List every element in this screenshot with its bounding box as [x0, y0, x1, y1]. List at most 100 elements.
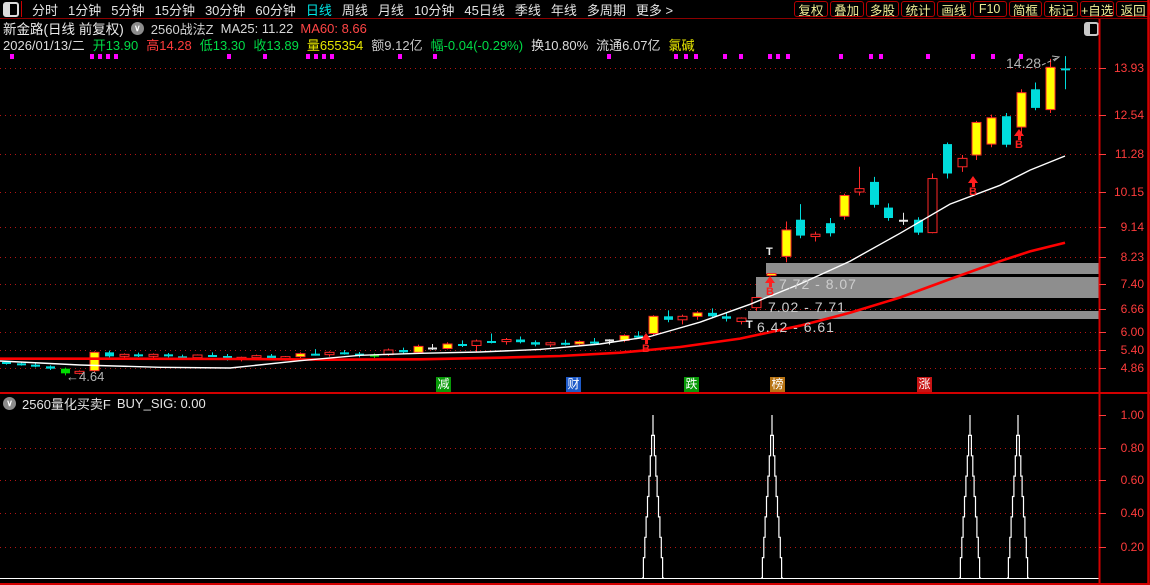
signal-dot — [1019, 54, 1023, 59]
watermark-tag: 涨 — [917, 377, 932, 392]
buy-sig-value: BUY_SIG: 0.00 — [117, 396, 206, 411]
signal-dot — [739, 54, 743, 59]
buy-marker-label: B — [639, 344, 653, 355]
signal-dot — [723, 54, 727, 59]
candle-down — [399, 350, 408, 352]
price-axis-label: 9.14 — [1100, 220, 1144, 234]
signal-axis-label: 0.40 — [1100, 506, 1144, 520]
signal-dot — [263, 54, 267, 59]
signal-dot — [306, 54, 310, 59]
signal-dot — [839, 54, 843, 59]
buy-arrow-icon — [641, 333, 651, 340]
price-axis-label: 11.28 — [1100, 147, 1144, 161]
signal-dot — [227, 54, 231, 59]
candle-up — [193, 355, 202, 358]
price-axis-label: 12.54 — [1100, 108, 1144, 122]
candle-down — [722, 316, 731, 318]
candle-down — [914, 220, 923, 233]
candle-up-strong — [575, 342, 584, 344]
signal-dot — [786, 54, 790, 59]
gap-band-label: 7.02 - 7.71 — [768, 299, 846, 315]
ma60-line — [0, 243, 1065, 360]
signal-dot — [90, 54, 94, 59]
candle-down — [870, 182, 879, 205]
buy-signal-marker: B — [639, 333, 653, 355]
candle-up — [928, 179, 937, 233]
price-axis-label: 10.15 — [1100, 185, 1144, 199]
candle-up-strong — [1017, 93, 1026, 127]
candle-up — [472, 341, 481, 346]
gap-band-label: 7.72 - 8.07 — [779, 276, 857, 292]
buy-signal-marker: B — [966, 176, 980, 198]
signal-axis-label: 1.00 — [1100, 408, 1144, 422]
candle-down — [1002, 116, 1011, 144]
signal-dot — [768, 54, 772, 59]
candle-down — [943, 144, 952, 173]
buy-marker-label: B — [763, 287, 777, 298]
candle-down — [458, 344, 467, 346]
buy-sig-spike — [642, 415, 664, 578]
buy-marker-label: B — [1012, 140, 1026, 151]
candle-up-strong — [987, 118, 996, 144]
signal-dot — [314, 54, 318, 59]
candle-up — [737, 318, 746, 321]
buy-signal-marker: B — [763, 276, 777, 298]
t-signal-marker: T — [766, 246, 773, 258]
low-price-annotation: ←4.64 — [66, 369, 104, 384]
signal-dot — [106, 54, 110, 59]
gap-band — [766, 263, 1099, 274]
signal-dot — [398, 54, 402, 59]
candle-down — [664, 316, 673, 319]
candle-up-strong — [693, 313, 702, 316]
buy-arrow-icon — [765, 276, 775, 283]
candle-down — [826, 223, 835, 233]
candle-up — [149, 354, 158, 356]
candle-up — [325, 352, 334, 354]
t-signal-marker: T — [746, 319, 753, 331]
candle-up-strong — [1046, 67, 1055, 109]
candle-down — [884, 208, 893, 218]
signal-dot — [10, 54, 14, 59]
candle-down — [31, 365, 40, 367]
candle-up-strong — [296, 354, 305, 357]
signal-dot — [607, 54, 611, 59]
candle-down — [105, 352, 114, 356]
price-axis-label: 5.40 — [1100, 343, 1144, 357]
candle-down — [208, 355, 217, 357]
candle-up — [252, 356, 261, 358]
candle-up — [678, 316, 687, 319]
candle-up — [958, 158, 967, 166]
signal-axis-label: 0.60 — [1100, 473, 1144, 487]
candle-up-strong — [90, 352, 99, 370]
candle-down — [561, 343, 570, 345]
main-chart-canvas[interactable] — [0, 0, 1150, 585]
candle-down — [1031, 89, 1040, 108]
chevron-down-icon[interactable]: ∨ — [3, 397, 16, 410]
signal-dot — [694, 54, 698, 59]
high-price-annotation: 14.28 — [1006, 55, 1041, 71]
candle-up-strong — [649, 316, 658, 333]
buy-sig-spike — [959, 415, 981, 578]
signal-dot — [674, 54, 678, 59]
candle-up — [546, 343, 555, 345]
signal-axis-label: 0.80 — [1100, 441, 1144, 455]
signal-dot — [433, 54, 437, 59]
candle-up — [855, 189, 864, 192]
buy-sig-spike — [761, 415, 783, 578]
watermark-tag: 榜 — [770, 377, 785, 392]
candle-up — [811, 234, 820, 236]
sub-panel-header: ∨ 2560量化买卖F BUY_SIG: 0.00 — [3, 396, 206, 411]
candle-up-strong — [443, 344, 452, 349]
signal-dot — [971, 54, 975, 59]
buy-arrow-icon — [968, 176, 978, 183]
signal-dot — [926, 54, 930, 59]
signal-dot — [776, 54, 780, 59]
buy-signal-marker: B — [1012, 129, 1026, 151]
candle-up-strong — [972, 122, 981, 155]
price-axis-label: 8.23 — [1100, 250, 1144, 264]
candle-up — [120, 354, 129, 356]
signal-dot — [98, 54, 102, 59]
candle-down — [46, 366, 55, 368]
signal-dot — [330, 54, 334, 59]
sub-indicator-name[interactable]: 2560量化买卖F — [22, 394, 111, 413]
